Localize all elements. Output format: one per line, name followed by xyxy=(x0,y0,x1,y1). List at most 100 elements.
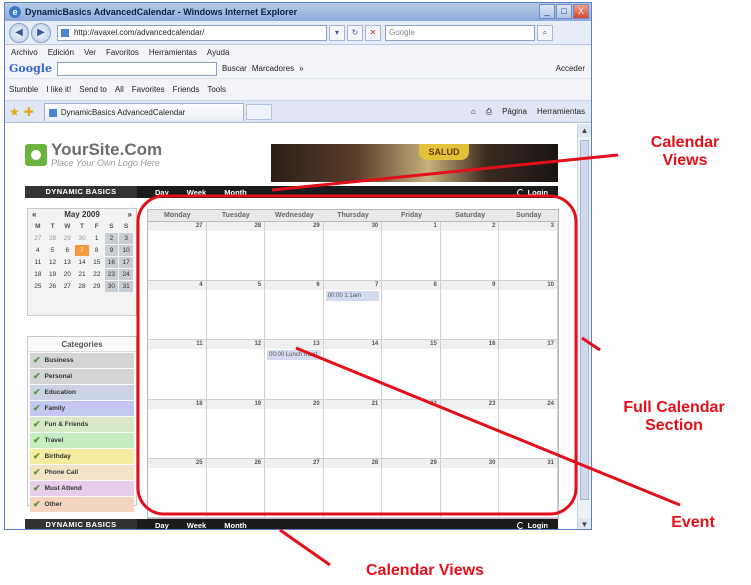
calendar-day-cell[interactable]: 12 xyxy=(206,340,266,400)
calendar-day-cell[interactable]: 22 xyxy=(382,399,441,459)
calendar-day-cell[interactable]: 1 xyxy=(382,222,441,282)
calendar-day-cell[interactable]: 23 xyxy=(440,399,500,459)
category-item[interactable]: ✔ Other xyxy=(30,497,134,512)
calendar-day-cell[interactable]: 3 xyxy=(499,222,558,282)
category-item[interactable]: ✔ Family xyxy=(30,401,134,416)
scroll-thumb[interactable] xyxy=(580,140,589,500)
maximize-button[interactable]: □ xyxy=(556,4,572,19)
nav-week[interactable]: Week xyxy=(187,188,206,197)
mini-day[interactable]: 16 xyxy=(104,257,119,268)
menu-favoritos[interactable]: Favoritos xyxy=(106,48,139,57)
login-link-bottom[interactable]: Login xyxy=(516,521,558,529)
mini-day[interactable]: 7 xyxy=(75,245,89,256)
mini-day[interactable]: 12 xyxy=(46,257,60,268)
mini-day[interactable]: 19 xyxy=(46,269,60,280)
calendar-day-cell[interactable]: 27 xyxy=(148,222,207,282)
calendar-day-cell[interactable]: 26 xyxy=(206,458,266,518)
calendar-day-cell[interactable]: 6 xyxy=(265,281,324,341)
category-item[interactable]: ✔ Personal xyxy=(30,369,134,384)
tools-button[interactable]: Tools xyxy=(207,85,226,94)
calendar-day-cell[interactable]: 21 xyxy=(323,399,383,459)
add-favorite-icon[interactable]: ✚ xyxy=(24,105,34,119)
mini-day[interactable]: 24 xyxy=(119,269,133,280)
favorites-button[interactable]: Favorites xyxy=(132,85,165,94)
minimize-button[interactable]: _ xyxy=(539,4,555,19)
mini-day[interactable]: 25 xyxy=(31,281,45,292)
mini-day[interactable]: 26 xyxy=(46,281,60,292)
calendar-day-cell[interactable]: 17 xyxy=(499,340,558,400)
dropdown-icon[interactable]: ▾ xyxy=(329,24,345,41)
category-item[interactable]: ✔ Phone Call xyxy=(30,465,134,480)
category-item[interactable]: ✔ Business xyxy=(30,353,134,368)
scroll-down-icon[interactable]: ▼ xyxy=(578,518,591,529)
mini-day[interactable]: 31 xyxy=(119,281,133,292)
stop-icon[interactable]: ✕ xyxy=(365,24,381,41)
search-icon[interactable]: ⌕ xyxy=(537,24,553,41)
favorites-star-icon[interactable]: ★ xyxy=(9,105,20,119)
mini-day[interactable]: 23 xyxy=(104,269,119,280)
calendar-day-cell[interactable]: 13 00:00 Lunch meet xyxy=(265,340,324,400)
mini-day[interactable]: 20 xyxy=(60,269,74,280)
calendar-day-cell[interactable]: 27 xyxy=(265,458,324,518)
menu-archivo[interactable]: Archivo xyxy=(11,48,38,57)
calendar-day-cell[interactable]: 9 xyxy=(440,281,500,341)
url-field[interactable]: http://avaxel.com/advancedcalendar/ xyxy=(57,24,327,41)
login-link[interactable]: Login xyxy=(516,188,558,197)
mini-day[interactable]: 2 xyxy=(104,233,119,244)
calendar-day-cell[interactable]: 18 xyxy=(148,399,207,459)
mini-day[interactable]: 27 xyxy=(60,281,74,292)
mini-day[interactable]: 14 xyxy=(75,257,89,268)
google-acceder-button[interactable]: Acceder xyxy=(556,64,591,73)
calendar-day-cell[interactable]: 4 xyxy=(148,281,207,341)
calendar-event[interactable]: 00:00 1:1am xyxy=(325,291,380,302)
calendar-event[interactable]: 00:00 Lunch meet xyxy=(267,350,321,361)
nav-day[interactable]: Day xyxy=(155,188,169,197)
mini-day[interactable]: 27 xyxy=(31,233,45,244)
mini-next-button[interactable]: » xyxy=(128,210,132,219)
calendar-day-cell[interactable]: 30 xyxy=(440,458,500,518)
scroll-up-icon[interactable]: ▲ xyxy=(578,124,591,137)
mini-day[interactable]: 30 xyxy=(75,233,89,244)
close-button[interactable]: X xyxy=(573,4,589,19)
menu-ver[interactable]: Ver xyxy=(84,48,96,57)
calendar-day-cell[interactable]: 2 xyxy=(440,222,500,282)
like-button[interactable]: I like it! xyxy=(46,85,71,94)
tab-current[interactable]: DynamicBasics AdvancedCalendar xyxy=(43,102,244,121)
calendar-day-cell[interactable]: 8 xyxy=(382,281,441,341)
category-item[interactable]: ✔ Travel xyxy=(30,433,134,448)
mini-day[interactable]: 15 xyxy=(90,257,104,268)
calendar-day-cell[interactable]: 14 xyxy=(323,340,383,400)
calendar-day-cell[interactable]: 19 xyxy=(206,399,266,459)
herramientas-menu[interactable]: Herramientas xyxy=(537,107,585,117)
google-buscar-button[interactable]: Buscar xyxy=(222,64,247,73)
calendar-day-cell[interactable]: 24 xyxy=(499,399,558,459)
mini-day[interactable]: 3 xyxy=(119,233,133,244)
mini-day[interactable]: 17 xyxy=(119,257,133,268)
mini-day[interactable]: 28 xyxy=(75,281,89,292)
mini-day[interactable]: 13 xyxy=(60,257,74,268)
calendar-day-cell[interactable]: 25 xyxy=(148,458,207,518)
mini-day[interactable]: 30 xyxy=(104,281,119,292)
mini-day[interactable]: 22 xyxy=(90,269,104,280)
nav-month-bottom[interactable]: Month xyxy=(224,521,247,530)
calendar-day-cell[interactable]: 31 xyxy=(499,458,558,518)
search-input[interactable]: Google xyxy=(385,24,535,41)
mini-day[interactable]: 11 xyxy=(31,257,45,268)
mini-day[interactable]: 21 xyxy=(75,269,89,280)
calendar-day-cell[interactable]: 5 xyxy=(206,281,266,341)
mini-day[interactable]: 10 xyxy=(119,245,133,256)
calendar-day-cell[interactable]: 10 xyxy=(499,281,558,341)
home-icon[interactable]: ⌂ xyxy=(471,107,476,117)
friends-button[interactable]: Friends xyxy=(173,85,200,94)
mini-day[interactable]: 6 xyxy=(60,245,74,256)
send-to-button[interactable]: Send to xyxy=(79,85,107,94)
mini-day[interactable]: 29 xyxy=(90,281,104,292)
mini-day[interactable]: 28 xyxy=(46,233,60,244)
menu-edicion[interactable]: Edición xyxy=(48,48,74,57)
google-search-input[interactable] xyxy=(56,61,217,76)
stumble-button[interactable]: Stumble xyxy=(9,85,38,94)
category-item[interactable]: ✔ Must Attend xyxy=(30,481,134,496)
new-tab-button[interactable] xyxy=(245,103,272,120)
forward-button[interactable]: ▶ xyxy=(31,22,51,43)
calendar-day-cell[interactable]: 7 00:00 1:1am xyxy=(323,281,383,341)
